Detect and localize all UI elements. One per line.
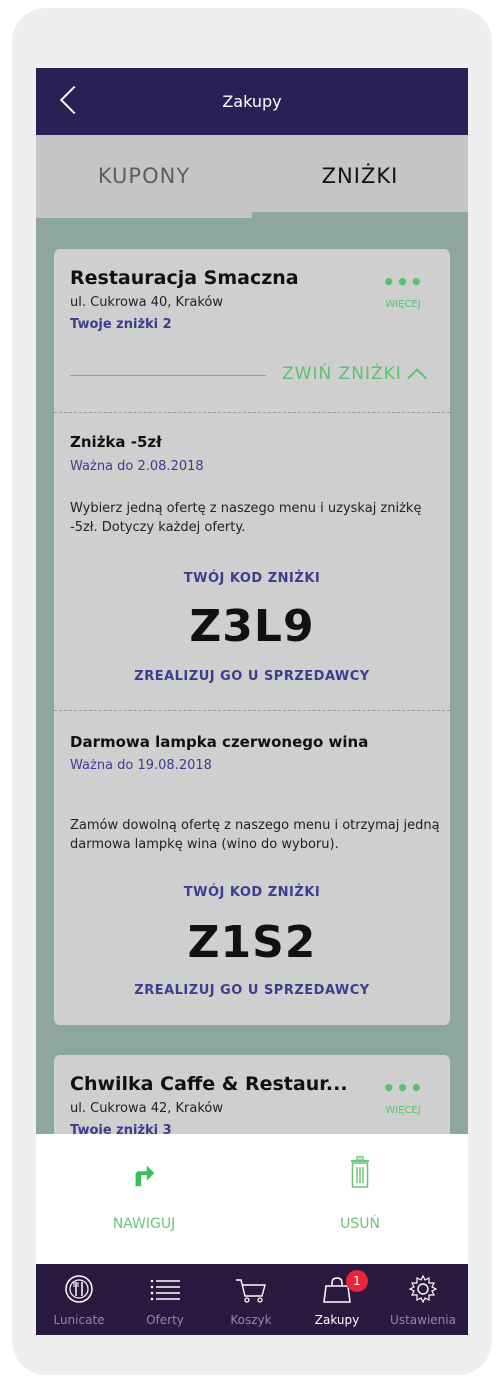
redeem-link[interactable]: ZREALIZUJ GO U SPRZEDAWCY [54, 669, 450, 684]
discount-code: Z3L9 [189, 601, 315, 652]
discount-description: Wybierz jedną ofertę z naszego menu i uz… [70, 501, 422, 535]
discount-validity: Ważna do 19.08.2018 [70, 758, 212, 773]
more-button[interactable]: ••• WIĘCEJ [368, 270, 438, 310]
tab-kupony[interactable]: KUPONY [36, 135, 252, 218]
more-label: WIĘCEJ [385, 299, 421, 310]
redeem-link[interactable]: ZREALIZUJ GO U SPRZEDAWCY [54, 983, 450, 998]
nav-item-koszyk[interactable]: Koszyk [208, 1264, 294, 1335]
discount-title: Zniżka -5zł [70, 433, 162, 451]
nav-label: Koszyk [230, 1313, 272, 1327]
cart-count-badge: 1 [346, 1270, 368, 1292]
restaurant-address: ul. Cukrowa 42, Kraków [70, 1101, 223, 1116]
phone-frame: Zakupy KUPONY ZNIŻKI Restauracja Smaczna… [12, 8, 492, 1375]
navigate-label: NAWIGUJ [112, 1216, 176, 1232]
cart-icon [236, 1279, 266, 1303]
tab-bar: KUPONY ZNIŻKI [36, 135, 468, 218]
nav-item-ustawienia[interactable]: Ustawienia [380, 1264, 466, 1335]
more-button[interactable]: ••• WIĘCEJ [368, 1076, 438, 1116]
restaurant-address: ul. Cukrowa 40, Kraków [70, 295, 223, 310]
tab-znizki[interactable]: ZNIŻKI [252, 135, 468, 218]
bottom-nav: Lunicate Oferty Koszyk 1 Zakupy Ustawien… [36, 1264, 468, 1335]
dashed-divider [54, 710, 450, 711]
app-screen: Zakupy KUPONY ZNIŻKI Restauracja Smaczna… [36, 68, 468, 1335]
nav-label: Lunicate [53, 1313, 105, 1327]
action-bar: NAWIGUJ USUŃ [36, 1134, 468, 1264]
collapse-label: ZWIŃ ZNIŻKI [282, 364, 402, 384]
restaurant-card: Restauracja Smaczna ul. Cukrowa 40, Krak… [54, 249, 450, 1025]
navigate-button[interactable]: NAWIGUJ [36, 1134, 252, 1264]
list-icon [150, 1279, 180, 1301]
top-bar: Zakupy [36, 68, 468, 135]
discount-count: Twoje zniżki 2 [70, 317, 172, 332]
more-dots-icon: ••• [382, 1076, 424, 1100]
restaurant-name: Chwilka Caffe & Restaur... [70, 1073, 348, 1095]
page-title: Zakupy [222, 92, 282, 111]
more-dots-icon: ••• [382, 270, 424, 294]
trash-icon [351, 1156, 369, 1188]
collapse-discounts-button[interactable]: ZWIŃ ZNIŻKI [70, 361, 440, 391]
nav-item-lunicate[interactable]: Lunicate [36, 1264, 122, 1335]
chevron-up-icon [407, 368, 427, 388]
delete-button[interactable]: USUŃ [252, 1134, 468, 1264]
discount-description: Zamów dowolną ofertę z naszego menu i ot… [70, 818, 440, 852]
nav-item-zakupy[interactable]: 1 Zakupy [294, 1264, 380, 1335]
nav-label: Oferty [146, 1313, 184, 1327]
discount-validity: Ważna do 2.08.2018 [70, 459, 204, 474]
nav-item-oferty[interactable]: Oferty [122, 1264, 208, 1335]
navigate-arrow-icon [135, 1165, 155, 1187]
gear-icon [408, 1274, 438, 1304]
restaurant-name: Restauracja Smaczna [70, 267, 299, 289]
active-tab-indicator [252, 212, 468, 218]
nav-label: Zakupy [314, 1313, 360, 1327]
plate-fork-knife-icon [65, 1275, 93, 1303]
code-label: TWÓJ KOD ZNIŻKI [183, 571, 321, 586]
discount-title: Darmowa lampka czerwonego wina [70, 733, 369, 751]
divider-line [70, 375, 266, 376]
more-label: WIĘCEJ [385, 1105, 421, 1116]
nav-label: Ustawienia [390, 1313, 456, 1327]
dashed-divider [54, 412, 450, 413]
discount-code: Z1S2 [187, 917, 317, 968]
delete-label: USUŃ [340, 1216, 380, 1232]
code-label: TWÓJ KOD ZNIŻKI [183, 885, 321, 900]
